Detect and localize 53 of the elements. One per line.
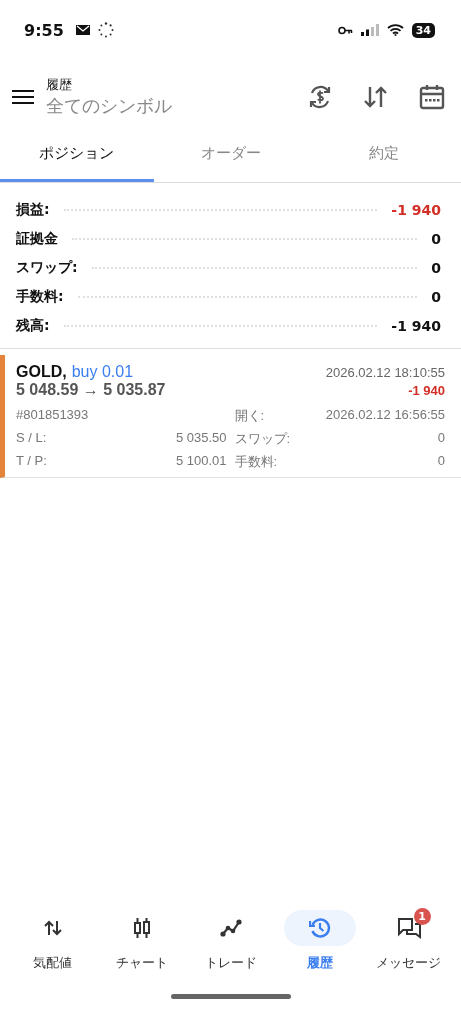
clock: 9:55 <box>24 20 64 40</box>
nav-item[interactable]: 履歴 <box>275 906 364 986</box>
detail-value: 5 035.50 <box>174 430 227 447</box>
detail-label: 開く: <box>234 407 266 425</box>
detail-value: 2026.02.12 16:56:55 <box>324 407 445 424</box>
detail-label: T / P: <box>16 453 48 470</box>
line-chart-icon <box>219 919 242 937</box>
summary-label: 証拠金 <box>16 229 58 248</box>
detail-value: 0 <box>436 453 445 470</box>
notification-badge: 1 <box>413 908 431 925</box>
nav-item[interactable]: トレード <box>186 906 275 986</box>
summary-value: -1 940 <box>391 201 441 218</box>
summary-label: スワップ: <box>16 258 78 277</box>
currency-exchange-icon[interactable] <box>307 84 333 110</box>
menu-icon[interactable] <box>12 89 34 105</box>
nav-item[interactable]: 1 メッセージ <box>364 906 453 986</box>
deal-prices: 5 048.59 → 5 035.87 <box>16 381 166 399</box>
deal-profit: -1 940 <box>408 383 445 398</box>
summary-value: 0 <box>431 259 441 276</box>
loading-icon <box>97 22 114 38</box>
summary-label: 損益: <box>16 200 50 219</box>
deal-symbol: GOLD, <box>16 363 67 381</box>
ticket-number: #801851393 <box>16 407 90 424</box>
symbol-filter[interactable]: 全てのシンボル <box>46 94 277 118</box>
deal-card[interactable]: GOLD, buy 0.01 2026.02.12 18:10:55 5 048.59 → 5 035.87 -1 940 #801851393 開く: 2026.02.12 16:56:55 S / L: 5 035.50 スワップ: 0 T / P: 5 100.01 手数料: 0 <box>0 355 461 478</box>
close-time: 2026.02.12 18:10:55 <box>325 365 445 380</box>
nav-item[interactable]: 気配値 <box>8 906 97 986</box>
deal-side: buy 0.01 <box>71 363 134 381</box>
mail-icon <box>75 25 90 35</box>
detail-value: 0 <box>436 430 445 447</box>
battery-indicator: 34 <box>411 22 435 38</box>
nav-item[interactable]: チャート <box>97 906 186 986</box>
key-icon <box>337 25 353 35</box>
signal-icon <box>360 24 379 36</box>
summary-label: 残高: <box>16 316 50 335</box>
calendar-icon[interactable] <box>419 84 445 110</box>
history-icon <box>308 917 331 939</box>
summary-value: 0 <box>431 288 441 305</box>
summary-label: 手数料: <box>16 287 64 306</box>
arrows-icon <box>43 920 62 936</box>
detail-label: S / L: <box>16 430 48 447</box>
tab[interactable]: オーダー <box>153 130 308 182</box>
summary-value: 0 <box>431 230 441 247</box>
wifi-icon <box>386 24 404 36</box>
summary-value: -1 940 <box>391 317 441 334</box>
detail-value: 5 100.01 <box>174 453 227 470</box>
detail-label: 手数料: <box>234 453 279 471</box>
tab[interactable]: 約定 <box>307 130 461 182</box>
screen-title: 履歴 <box>46 76 73 94</box>
detail-label: スワップ: <box>234 430 292 448</box>
sort-icon[interactable] <box>363 85 389 109</box>
tab[interactable]: ポジション <box>0 130 154 182</box>
candlestick-icon <box>132 918 151 938</box>
